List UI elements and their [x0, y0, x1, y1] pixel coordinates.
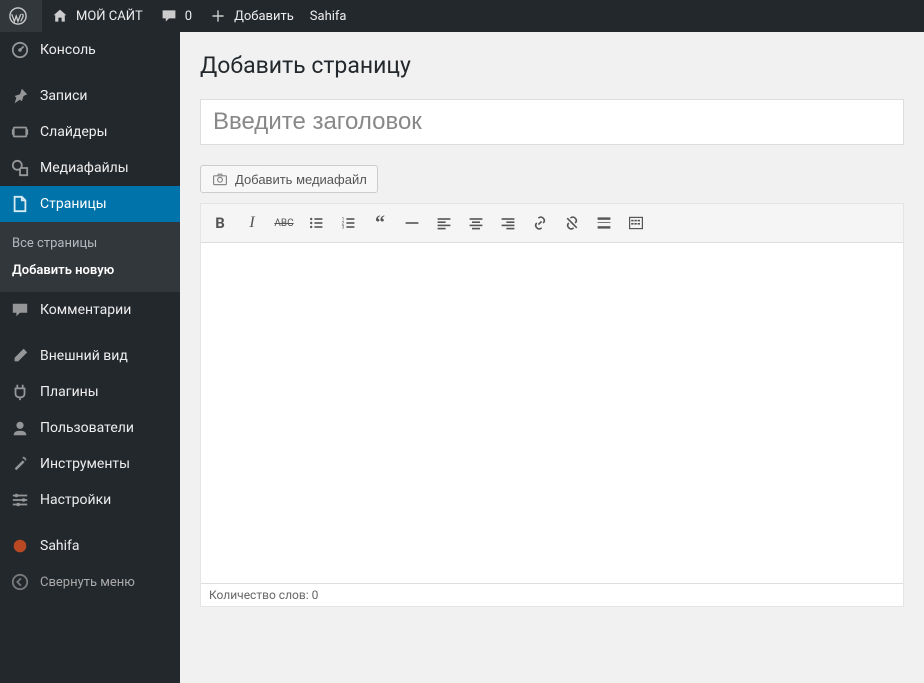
toolbar-quote[interactable]: “	[365, 208, 395, 238]
submenu-item-add-page[interactable]: Добавить новую	[0, 257, 180, 284]
svg-text:2: 2	[342, 221, 345, 227]
sidebar-item-dashboard[interactable]: Консоль	[0, 32, 180, 68]
comments-link[interactable]: 0	[151, 0, 200, 32]
home-icon	[50, 6, 70, 26]
toolbar-align-right[interactable]	[493, 208, 523, 238]
word-count: Количество слов: 0	[209, 588, 318, 602]
toolbar-strike[interactable]: ABC	[269, 208, 299, 238]
sidebar-item-label: Инструменты	[40, 456, 130, 472]
sidebar-item-label: Комментарии	[40, 302, 131, 318]
pin-icon	[10, 86, 30, 106]
toolbar-hr[interactable]	[397, 208, 427, 238]
comments-count: 0	[185, 9, 192, 24]
theme-link[interactable]: Sahifa	[302, 0, 355, 32]
sidebar-item-label: Плагины	[40, 384, 99, 400]
svg-text:3: 3	[342, 225, 345, 231]
add-media-button[interactable]: Добавить медиафайл	[200, 165, 378, 193]
toolbar-readmore[interactable]	[589, 208, 619, 238]
sidebar-item-label: Настройки	[40, 492, 111, 508]
sliders-icon	[10, 490, 30, 510]
toolbar-ul[interactable]	[301, 208, 331, 238]
sidebar-item-sahifa[interactable]: Sahifa	[0, 528, 180, 564]
collapse-icon	[10, 572, 30, 592]
toolbar-link[interactable]	[525, 208, 555, 238]
collapse-label: Свернуть меню	[40, 575, 135, 590]
toolbar-italic[interactable]: I	[237, 208, 267, 238]
sidebar-item-label: Медиафайлы	[40, 160, 129, 176]
page-title: Добавить страницу	[200, 52, 904, 79]
add-new-link[interactable]: Добавить	[200, 0, 302, 32]
sidebar-item-settings[interactable]: Настройки	[0, 482, 180, 518]
sidebar-item-label: Записи	[40, 88, 88, 104]
sidebar-item-sliders[interactable]: Слайдеры	[0, 114, 180, 150]
dashboard-icon	[10, 40, 30, 60]
admin-topbar: МОЙ САЙТ 0 Добавить Sahifa	[0, 0, 924, 32]
sidebar-submenu-pages: Все страницы Добавить новую	[0, 222, 180, 292]
sidebar-item-label: Слайдеры	[40, 124, 108, 140]
toolbar-bold[interactable]: B	[205, 208, 235, 238]
comment-icon	[159, 6, 179, 26]
toolbar-align-center[interactable]	[461, 208, 491, 238]
sidebar-item-label: Sahifa	[40, 538, 80, 554]
theme-icon	[10, 536, 30, 556]
sidebar-item-label: Внешний вид	[40, 348, 128, 364]
sidebar-item-pages[interactable]: Страницы	[0, 186, 180, 222]
post-title-input[interactable]	[200, 99, 904, 145]
toolbar-toggle[interactable]	[621, 208, 651, 238]
toolbar-ol[interactable]: 123	[333, 208, 363, 238]
admin-sidebar: Консоль Записи Слайдеры Медиафайлы Стран…	[0, 32, 180, 683]
sidebar-item-plugins[interactable]: Плагины	[0, 374, 180, 410]
plus-icon	[208, 6, 228, 26]
comment-icon	[10, 300, 30, 320]
svg-text:1: 1	[342, 217, 345, 223]
editor-toolbar: B I ABC 123 “	[201, 204, 903, 243]
sidebar-collapse[interactable]: Свернуть меню	[0, 564, 180, 600]
sidebar-item-media[interactable]: Медиафайлы	[0, 150, 180, 186]
media-icon	[10, 158, 30, 178]
sidebar-item-tools[interactable]: Инструменты	[0, 446, 180, 482]
add-label: Добавить	[234, 9, 294, 24]
sidebar-item-label: Консоль	[40, 42, 96, 58]
wordpress-icon	[8, 6, 28, 26]
plug-icon	[10, 382, 30, 402]
site-name: МОЙ САЙТ	[76, 9, 143, 24]
brush-icon	[10, 346, 30, 366]
toolbar-unlink[interactable]	[557, 208, 587, 238]
toolbar-align-left[interactable]	[429, 208, 459, 238]
tools-icon	[10, 454, 30, 474]
editor-content[interactable]	[201, 243, 903, 583]
site-link[interactable]: МОЙ САЙТ	[42, 0, 151, 32]
main-content: Добавить страницу Добавить медиафайл B I…	[180, 32, 924, 683]
camera-icon	[211, 170, 229, 188]
submenu-item-all-pages[interactable]: Все страницы	[0, 230, 180, 257]
add-media-label: Добавить медиафайл	[235, 172, 367, 187]
wp-logo[interactable]	[0, 0, 42, 32]
users-icon	[10, 418, 30, 438]
sidebar-item-users[interactable]: Пользователи	[0, 410, 180, 446]
editor: B I ABC 123 “ Количество слов: 0	[200, 203, 904, 607]
sidebar-item-posts[interactable]: Записи	[0, 78, 180, 114]
slides-icon	[10, 122, 30, 142]
page-icon	[10, 194, 30, 214]
editor-statusbar: Количество слов: 0	[201, 583, 903, 606]
sidebar-item-label: Страницы	[40, 196, 107, 212]
theme-label: Sahifa	[310, 9, 347, 24]
sidebar-item-comments[interactable]: Комментарии	[0, 292, 180, 328]
sidebar-item-appearance[interactable]: Внешний вид	[0, 338, 180, 374]
sidebar-item-label: Пользователи	[40, 420, 134, 436]
